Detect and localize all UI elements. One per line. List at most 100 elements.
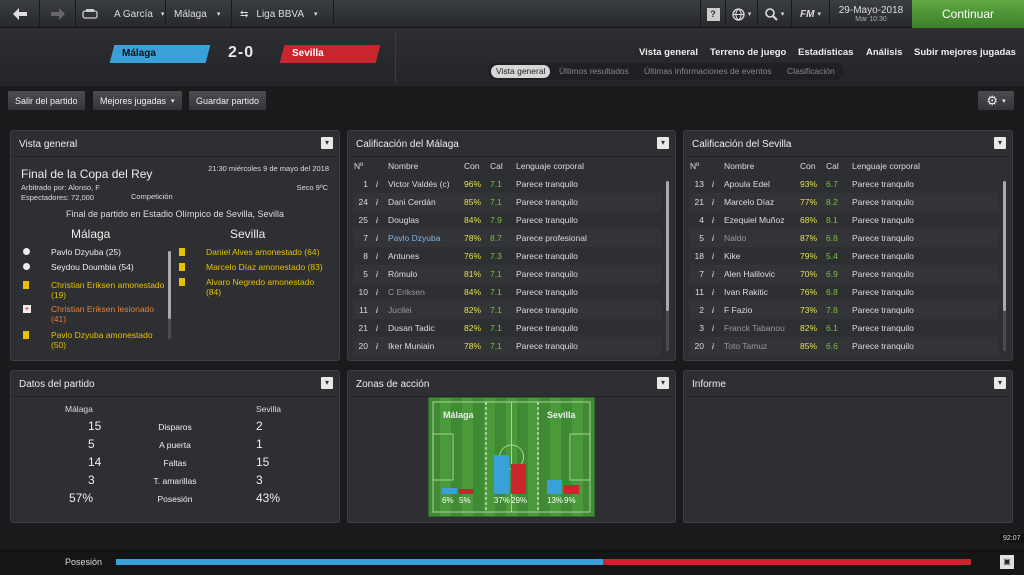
player-name[interactable]: F Fazio [724, 305, 800, 315]
leave-match-button[interactable]: Salir del partido [7, 90, 86, 111]
subtab-ultimas-informaciones[interactable]: Últimas informaciones de eventos [639, 65, 777, 78]
fm-menu[interactable]: FM ▾ [792, 0, 830, 28]
player-row[interactable]: 4 i Ezequiel Muñoz 68% 8.1 Parece tranquilo [690, 211, 998, 229]
club-crumb[interactable]: Málaga ▾ [166, 0, 232, 28]
player-name[interactable]: Toto Tamuz [724, 341, 800, 351]
settings-button[interactable]: ⚙ ▾ [977, 90, 1015, 111]
player-info-icon[interactable]: i [712, 269, 724, 279]
player-row[interactable]: 3 i Franck Tabanou 82% 6.1 Parece tranquilo [690, 319, 998, 337]
player-row[interactable]: 7 i Pavlo Dzyuba 78% 8.7 Parece profesional [354, 229, 661, 247]
panel-menu-button[interactable]: ▾ [321, 377, 333, 389]
nav-analisis[interactable]: Análisis [866, 47, 902, 58]
player-info-icon[interactable]: i [376, 323, 388, 333]
nav-vista-general[interactable]: Vista general [639, 47, 698, 58]
player-info-icon[interactable]: i [376, 179, 388, 189]
player-name[interactable]: Dusan Tadic [388, 323, 464, 333]
player-info-icon[interactable]: i [712, 305, 724, 315]
player-info-icon[interactable]: i [712, 323, 724, 333]
league-crumb[interactable]: ⇆ Liga BBVA ▾ [232, 0, 334, 28]
player-row[interactable]: 18 i Kike 79% 5.4 Parece tranquilo [690, 247, 998, 265]
stats-away-head: Sevilla [256, 404, 282, 414]
player-row[interactable]: 13 i Apoula Edel 93% 6.7 Parece tranquilo [690, 175, 998, 193]
player-row[interactable]: 2iF Fazio 73% 7.8 Parece tranquilo [690, 301, 998, 319]
player-info-icon[interactable]: i [712, 233, 724, 243]
away-team-tag[interactable]: Sevilla [279, 45, 381, 63]
player-info-icon[interactable]: i [376, 269, 388, 279]
player-row[interactable]: 25 i Douglas 84% 7.9 Parece tranquilo [354, 211, 661, 229]
panel-menu-button[interactable]: ▾ [657, 137, 669, 149]
player-info-icon[interactable]: i [376, 305, 388, 315]
nav-subir-mejores-jugadas[interactable]: Subir mejores jugadas [914, 47, 1016, 58]
player-name[interactable]: Pavlo Dzyuba [388, 233, 464, 243]
player-row[interactable]: 7 i Alen Halilovic 70% 6.9 Parece tranquilo [690, 265, 998, 283]
subtab-clasificacion[interactable]: Clasificación [782, 65, 840, 78]
continue-button[interactable]: Continuar [912, 0, 1024, 28]
player-name[interactable]: Apoula Edel [724, 179, 800, 189]
date-display[interactable]: 29-Mayo-2018 Mar 10:30 [830, 0, 912, 28]
player-info-icon[interactable]: i [712, 179, 724, 189]
player-info-icon[interactable]: i [712, 287, 724, 297]
player-condition: 85% [800, 341, 818, 351]
player-info-icon[interactable]: i [712, 215, 724, 225]
ratings-scroll-thumb[interactable] [666, 181, 669, 311]
player-info-icon[interactable]: i [376, 287, 388, 297]
player-name[interactable]: Naldo [724, 233, 800, 243]
player-name[interactable]: C Eriksen [388, 287, 464, 297]
player-name[interactable]: Kike [724, 251, 800, 261]
player-row[interactable]: 21 i Marcelo Díaz 77% 8.2 Parece tranquilo [690, 193, 998, 211]
back-button[interactable] [0, 0, 40, 28]
player-name[interactable]: Rómulo [388, 269, 464, 279]
player-row[interactable]: 8 i Antunes 76% 7.3 Parece tranquilo [354, 247, 661, 265]
player-row[interactable]: 5 i Rómulo 81% 7.1 Parece tranquilo [354, 265, 661, 283]
player-name[interactable]: Ivan Rakitic [724, 287, 800, 297]
player-info-icon[interactable]: i [712, 197, 724, 207]
help-button[interactable]: ? [700, 0, 726, 28]
home-team-tag[interactable]: Málaga [109, 45, 211, 63]
subtab-vista-general[interactable]: Vista general [491, 65, 551, 78]
panel-menu-button[interactable]: ▾ [994, 137, 1006, 149]
player-row[interactable]: 11 i Jucilei 82% 7.1 Parece tranquilo [354, 301, 661, 319]
player-name[interactable]: Antunes [388, 251, 464, 261]
player-name[interactable]: Iker Muniain [388, 341, 464, 351]
player-row[interactable]: 11 i Ivan Rakitic 76% 6.8 Parece tranquilo [690, 283, 998, 301]
player-row[interactable]: 20 i Toto Tamuz 85% 6.6 Parece tranquilo [690, 337, 998, 355]
ratings-scroll-thumb[interactable] [1003, 181, 1006, 311]
player-name[interactable]: Victor Valdés (c) [388, 179, 464, 189]
player-info-icon[interactable]: i [376, 251, 388, 261]
player-row[interactable]: 24 i Dani Cerdán 85% 7.1 Parece tranquilo [354, 193, 661, 211]
player-row[interactable]: 10 i C Eriksen 84% 7.1 Parece tranquilo [354, 283, 661, 301]
save-match-button[interactable]: Guardar partido [188, 90, 268, 111]
panel-menu-button[interactable]: ▾ [321, 137, 333, 149]
forward-button[interactable] [40, 0, 76, 28]
globe-menu[interactable]: ▾ [726, 0, 758, 28]
manager-crumb[interactable]: A García ▾ [76, 0, 166, 28]
player-name[interactable]: Franck Tabanou [724, 323, 800, 333]
player-info-icon[interactable]: i [376, 341, 388, 351]
search-button[interactable]: ▾ [758, 0, 792, 28]
player-row[interactable]: 21 i Dusan Tadic 82% 7.1 Parece tranquilo [354, 319, 661, 337]
player-name[interactable]: Ezequiel Muñoz [724, 215, 800, 225]
subtab-ultimos-resultados[interactable]: Últimos resultados [554, 65, 634, 78]
player-name[interactable]: Marcelo Díaz [724, 197, 800, 207]
player-condition: 82% [464, 305, 482, 315]
panel-menu-button[interactable]: ▾ [994, 377, 1006, 389]
player-name[interactable]: Dani Cerdán [388, 197, 464, 207]
player-row[interactable]: 1 i Victor Valdés (c) 96% 7.1 Parece tranquil… [354, 175, 661, 193]
player-name[interactable]: Douglas [388, 215, 464, 225]
player-row[interactable]: 20 i Iker Muniain 78% 7.1 Parece tranquilo [354, 337, 661, 355]
pitch-toggle-button[interactable]: ▣ [1000, 555, 1014, 569]
nav-estadisticas[interactable]: Estadísticas [798, 47, 853, 58]
player-info-icon[interactable]: i [712, 251, 724, 261]
player-name[interactable]: Alen Halilovic [724, 269, 800, 279]
nav-terreno-de-juego[interactable]: Terreno de juego [710, 47, 786, 58]
best-plays-button[interactable]: Mejores jugadas ▾ [92, 90, 183, 111]
panel-menu-button[interactable]: ▾ [657, 377, 669, 389]
player-info-icon[interactable]: i [376, 215, 388, 225]
player-info-icon[interactable]: i [712, 341, 724, 351]
player-condition: 68% [800, 215, 818, 225]
player-row[interactable]: 5 i Naldo 87% 6.8 Parece tranquilo [690, 229, 998, 247]
player-name[interactable]: Jucilei [388, 305, 464, 315]
player-info-icon[interactable]: i [376, 197, 388, 207]
events-scroll-thumb[interactable] [168, 251, 171, 319]
player-info-icon[interactable]: i [376, 233, 388, 243]
